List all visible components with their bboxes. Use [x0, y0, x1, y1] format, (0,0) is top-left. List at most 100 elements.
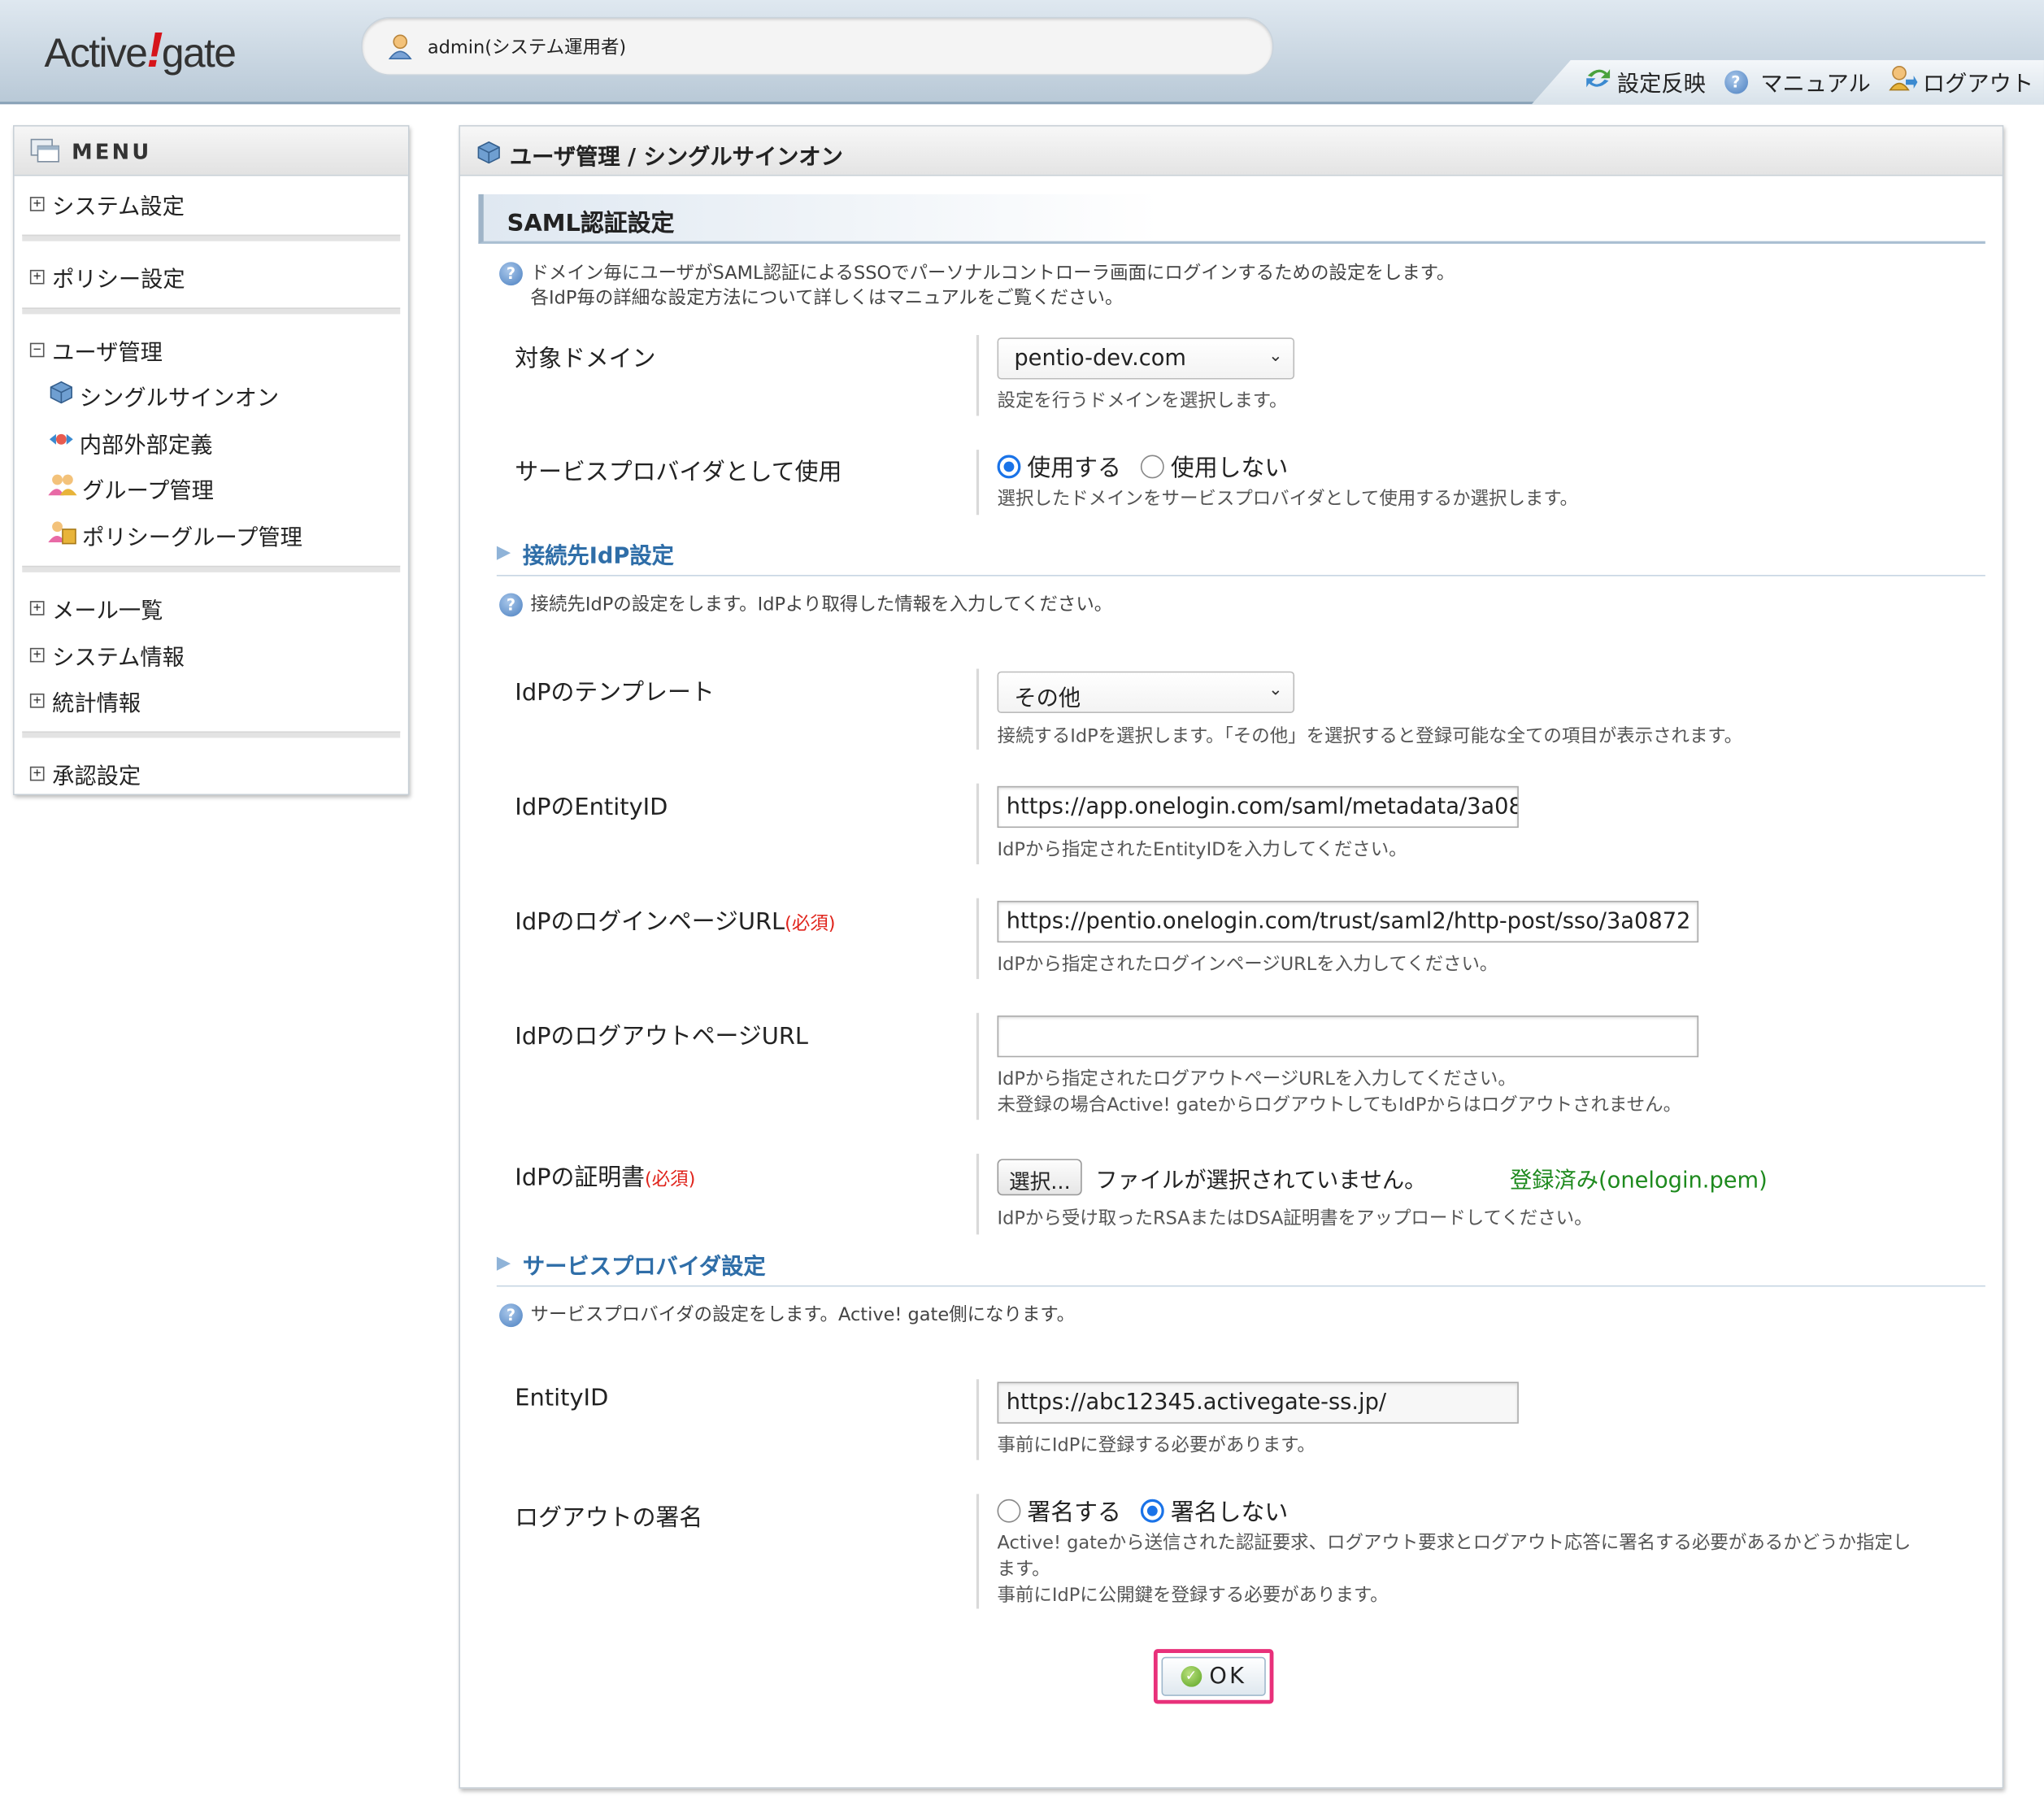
manual-link[interactable]: ? マニュアル [1724, 65, 1871, 98]
sidebar-item-system-settings[interactable]: + システム設定 [29, 188, 185, 220]
expand-icon[interactable]: + [29, 647, 45, 663]
triangle-right-icon: ▶ [496, 1252, 511, 1274]
idp-logout-label: IdPのログアウトページURL [515, 1023, 808, 1051]
idp-logout-hint: IdPから指定されたログアウトページURLを入力してください。 未登録の場合Ac… [997, 1068, 1682, 1116]
expand-icon[interactable]: + [29, 693, 45, 708]
sp-use-on-radio[interactable]: 使用する [997, 450, 1121, 484]
idp-template-select[interactable]: その他 ⌄ [997, 671, 1295, 714]
logout-icon [1889, 65, 1918, 98]
idp-cert-label: IdPの証明書(必須) [515, 1164, 696, 1192]
window-icon [30, 138, 61, 169]
divider [976, 1379, 980, 1460]
user-icon [388, 34, 412, 65]
idp-cert-hint: IdPから受け取ったRSAまたはDSA証明書をアップロードしてください。 [997, 1208, 1593, 1229]
idp-entity-hint: IdPから指定されたEntityIDを入力してください。 [997, 839, 1407, 861]
sp-use-label: サービスプロバイダとして使用 [515, 459, 842, 487]
sp-section-header: ▶ サービスプロバイダ設定 [496, 1245, 1985, 1287]
logout-link[interactable]: ログアウト [1889, 65, 2033, 98]
current-user: admin(システム運用者) [427, 37, 627, 59]
sp-entity-input[interactable]: https://abc12345.activegate-ss.jp/ [997, 1381, 1519, 1424]
logout-sign-radio-group: 署名する 署名しない [997, 1494, 1302, 1528]
sidebar-subitem-single-sign-on[interactable]: シングルサインオン [48, 380, 279, 412]
sp-use-off-radio[interactable]: 使用しない [1141, 450, 1288, 484]
idp-entity-input[interactable]: https://app.onelogin.com/saml/metadata/3… [997, 785, 1519, 829]
chevron-down-icon: ⌄ [1268, 346, 1283, 367]
radio-unselected-icon [1141, 455, 1164, 479]
reload-arrows-icon [1583, 65, 1611, 98]
chevron-down-icon: ⌄ [1268, 680, 1283, 700]
idp-logout-input[interactable] [997, 1015, 1699, 1058]
idp-section-note: ? 接続先IdPの設定をします。IdPより取得した情報を入力してください。 [499, 593, 1112, 618]
domain-hint: 設定を行うドメインを選択します。 [997, 390, 1288, 412]
sidebar-item-approval-settings[interactable]: + 承認設定 [29, 758, 141, 790]
idp-template-hint: 接続するIdPを選択します。「その他」を選択すると登録可能な全ての項目が表示され… [997, 726, 1743, 747]
sidebar-item-policy-settings[interactable]: + ポリシー設定 [29, 261, 185, 294]
divider [976, 335, 980, 416]
logout-sign-label: ログアウトの署名 [515, 1504, 703, 1532]
sidebar-menu: MENU + システム設定 + ポリシー設定 − ユーザ管理 シングルサインオン… [13, 124, 410, 796]
idp-section-title: 接続先IdP設定 [522, 543, 674, 570]
sign-on-radio[interactable]: 署名する [997, 1494, 1121, 1528]
users-group-icon [48, 472, 77, 504]
cube-icon [48, 380, 74, 412]
domain-label: 対象ドメイン [515, 345, 656, 373]
domain-select[interactable]: pentio-dev.com ⌄ [997, 337, 1295, 380]
header-links: 設定反映 ? マニュアル ログアウト [1583, 65, 2033, 98]
divider [22, 307, 401, 315]
sp-entity-hint: 事前にIdPに登録する必要があります。 [997, 1435, 1316, 1456]
sidebar-subitem-internal-external[interactable]: 内部外部定義 [48, 426, 212, 459]
expand-icon[interactable]: + [29, 197, 45, 211]
menu-header: MENU [14, 126, 408, 176]
file-status: ファイルが選択されていません。 [1095, 1167, 1427, 1194]
logout-sign-hint: Active! gateから送信された認証要求、ログアウト要求とログアウト応答に… [997, 1533, 1911, 1607]
sp-entity-label: EntityID [515, 1384, 609, 1412]
section-title: SAML認証設定 [507, 210, 675, 237]
divider [976, 783, 980, 864]
collapse-icon[interactable]: − [29, 342, 45, 358]
section-header: SAML認証設定 [478, 194, 1985, 244]
expand-icon[interactable]: + [29, 766, 45, 781]
idp-login-label: IdPのログインページURL(必須) [515, 908, 836, 937]
divider [976, 1153, 980, 1235]
sidebar-item-system-info[interactable]: + システム情報 [29, 639, 185, 672]
sidebar-item-mail-list[interactable]: + メール一覧 [29, 592, 163, 624]
radio-selected-icon [997, 455, 1021, 479]
divider [22, 565, 401, 572]
check-icon: ✓ [1181, 1666, 1202, 1687]
help-icon: ? [1724, 69, 1748, 94]
breadcrumb: ユーザ管理 / シングルサインオン [509, 144, 843, 172]
idp-login-input[interactable]: https://pentio.onelogin.com/trust/saml2/… [997, 900, 1699, 943]
arrows-exchange-icon [48, 426, 74, 459]
radio-unselected-icon [997, 1499, 1021, 1523]
policy-group-icon [48, 519, 76, 551]
idp-template-label: IdPのテンプレート [515, 679, 715, 707]
ok-button[interactable]: ✓ OK [1161, 1656, 1266, 1696]
sign-off-radio[interactable]: 署名しない [1141, 1494, 1288, 1528]
file-choose-button[interactable]: 選択... [997, 1159, 1083, 1196]
sidebar-item-user-management[interactable]: − ユーザ管理 [29, 333, 163, 367]
idp-login-hint: IdPから指定されたログインページURLを入力してください。 [997, 954, 1498, 976]
radio-selected-icon [1141, 1499, 1164, 1523]
divider [976, 668, 980, 750]
idp-entity-label: IdPのEntityID [515, 794, 668, 822]
idp-login-wrap: https://pentio.onelogin.com/trust/saml2/… [997, 900, 1699, 943]
sidebar-subitem-group-management[interactable]: グループ管理 [48, 472, 214, 504]
apply-settings-link[interactable]: 設定反映 [1583, 65, 1706, 98]
registered-cert: 登録済み(onelogin.pem) [1510, 1167, 1768, 1194]
intro-note: ? ドメイン毎にユーザがSAML認証によるSSOでパーソナルコントローラ画面にログ… [499, 262, 1455, 311]
sp-use-hint: 選択したドメインをサービスプロバイダとして使用するか選択します。 [997, 489, 1578, 510]
help-icon: ? [499, 593, 523, 617]
divider [976, 898, 980, 980]
divider [22, 731, 401, 738]
sp-entity-wrap: https://abc12345.activegate-ss.jp/ [997, 1381, 1519, 1424]
breadcrumb-bar: ユーザ管理 / シングルサインオン [459, 126, 2003, 176]
idp-template-select-wrap: その他 ⌄ [997, 671, 1295, 714]
expand-icon[interactable]: + [29, 269, 45, 285]
sidebar-item-statistics[interactable]: + 統計情報 [29, 685, 141, 717]
divider [976, 450, 980, 516]
idp-entity-wrap: https://app.onelogin.com/saml/metadata/3… [997, 785, 1519, 829]
sidebar-subitem-policy-group[interactable]: ポリシーグループ管理 [48, 519, 302, 551]
active-gate-logo[interactable]: Active!gate [45, 24, 237, 80]
ok-button-highlight: ✓ OK [1153, 1649, 1274, 1704]
expand-icon[interactable]: + [29, 601, 45, 616]
